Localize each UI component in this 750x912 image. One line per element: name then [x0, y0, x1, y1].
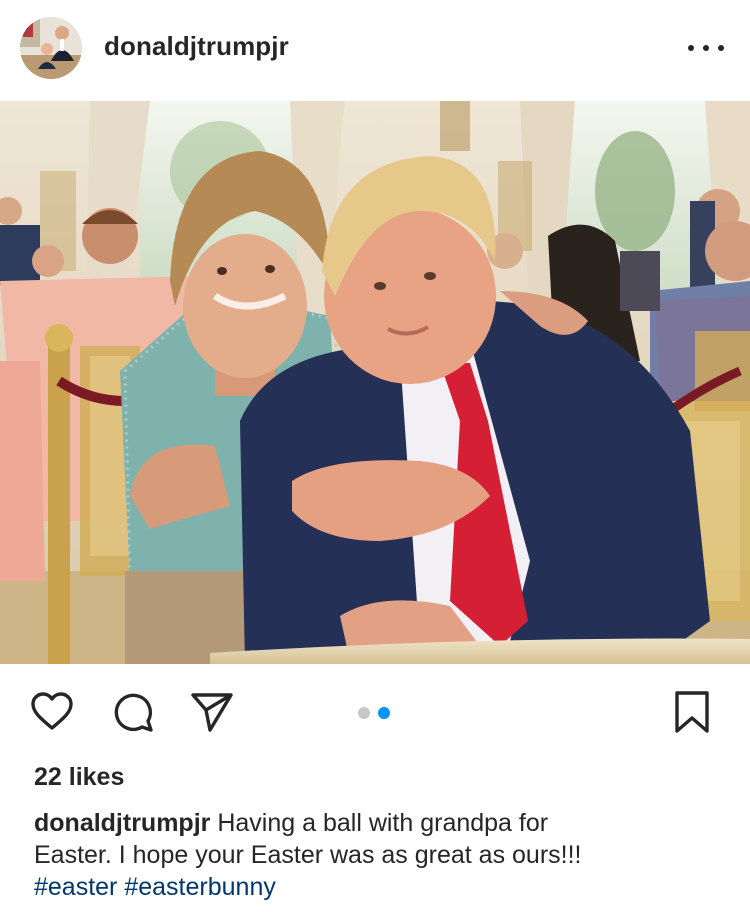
post-photo-illustration: [0, 101, 750, 664]
avatar[interactable]: [20, 17, 82, 79]
post-image[interactable]: [0, 101, 750, 664]
caption-text-2: Easter. I hope your Easter was as great …: [34, 841, 582, 869]
carousel-dot-inactive: [358, 707, 370, 719]
more-options-icon[interactable]: [688, 38, 724, 58]
caption-line-1: donaldjtrumpjr Having a ball with grandp…: [34, 807, 724, 839]
hashtag-link[interactable]: #easterbunny: [124, 873, 276, 901]
comment-icon[interactable]: [111, 690, 155, 734]
post-caption: donaldjtrumpjr Having a ball with grandp…: [34, 807, 724, 903]
paper-plane-icon[interactable]: [190, 690, 234, 734]
caption-text-1: Having a ball with grandpa for: [210, 809, 549, 837]
bookmark-icon[interactable]: [670, 690, 714, 734]
caption-username[interactable]: donaldjtrumpjr: [34, 809, 210, 837]
heart-icon[interactable]: [30, 690, 74, 734]
action-bar: [0, 680, 750, 744]
likes-count[interactable]: 22 likes: [34, 763, 124, 792]
carousel-indicator: [358, 707, 390, 719]
post-username[interactable]: donaldjtrumpjr: [104, 31, 289, 62]
hashtag-link[interactable]: #easter: [34, 873, 117, 901]
post-header: donaldjtrumpjr: [0, 0, 750, 100]
avatar-image: [20, 17, 82, 79]
carousel-dot-active: [378, 707, 390, 719]
hashtag-list: #easter #easterbunny: [34, 871, 724, 903]
